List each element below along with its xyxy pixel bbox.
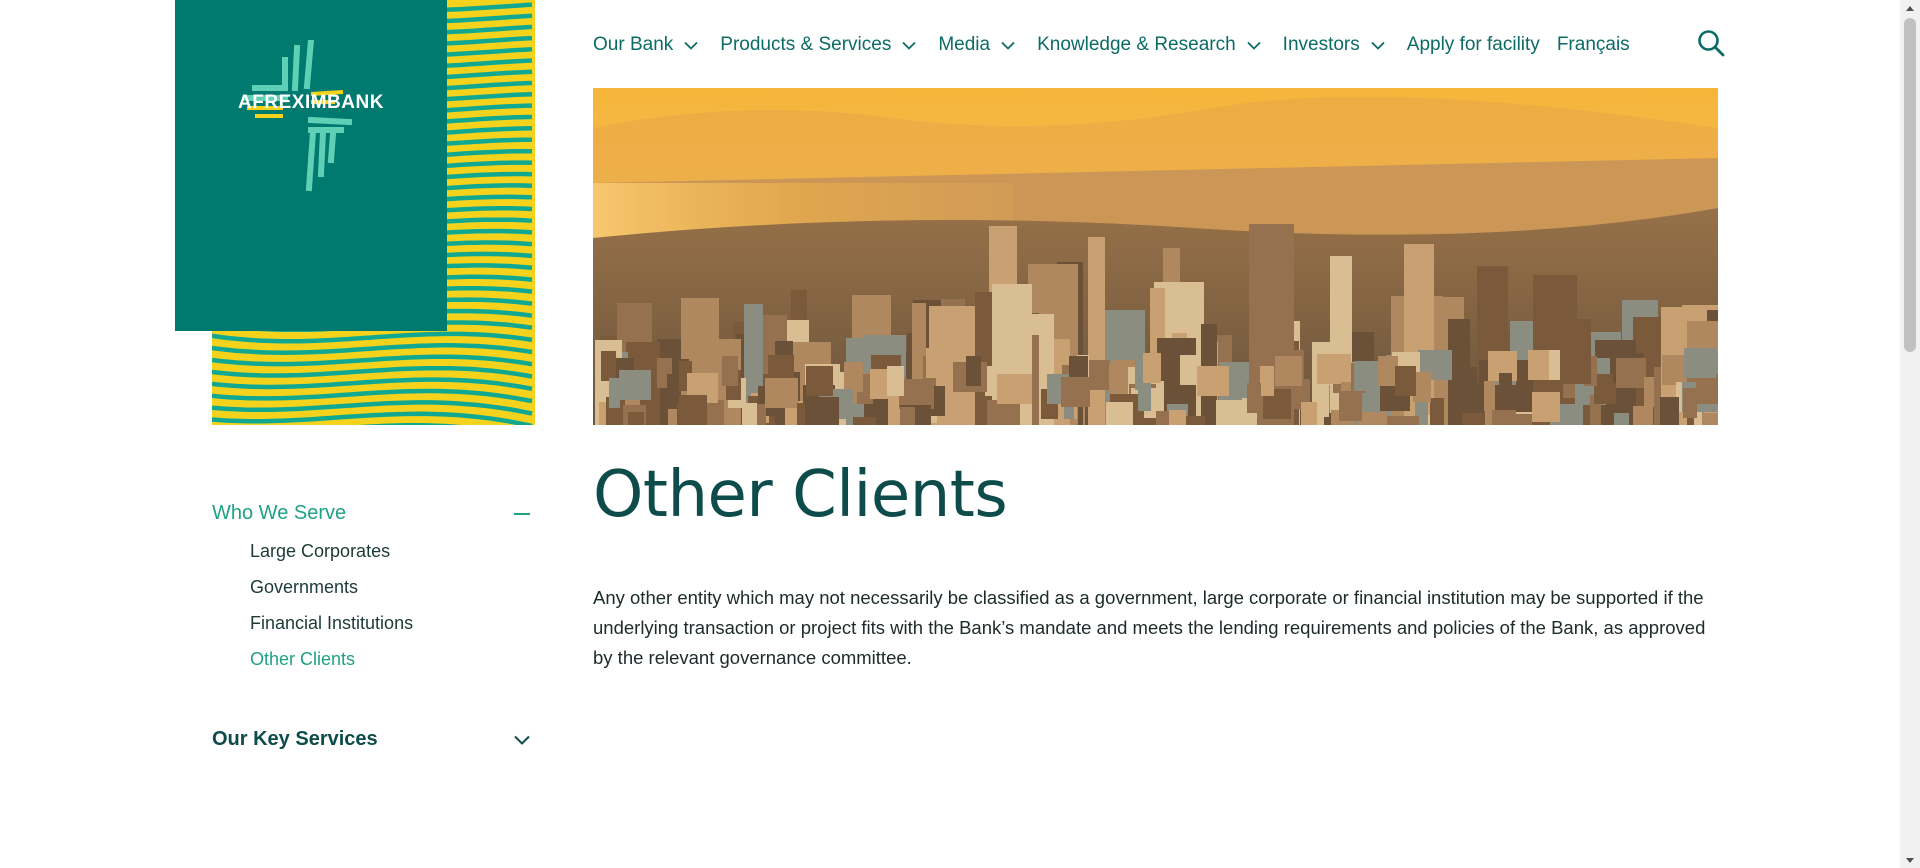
- logo[interactable]: AFREXIMBANK: [175, 0, 447, 331]
- scroll-down-arrow-icon[interactable]: [1900, 852, 1920, 868]
- chevron-down-icon: [514, 735, 530, 745]
- search-icon: [1698, 30, 1725, 57]
- sidebar-section-label: Who We Serve: [212, 502, 347, 524]
- hero-image: [593, 88, 1718, 425]
- nav-item-fran-ais[interactable]: Français: [1557, 34, 1630, 56]
- sidebar-section-our-key-services: Our Key Services: [212, 728, 534, 751]
- scrollbar[interactable]: [1900, 0, 1920, 868]
- chevron-down-icon: [684, 41, 698, 50]
- sidebar-item-large-corporates[interactable]: Large Corporates: [250, 533, 534, 569]
- scroll-up-arrow-icon[interactable]: [1900, 0, 1920, 16]
- chevron-down-icon: [1001, 41, 1015, 50]
- nav-item-label: Products & Services: [720, 34, 892, 55]
- chevron-down-icon: [1247, 41, 1261, 50]
- nav-item-media[interactable]: Media: [938, 34, 1015, 56]
- nav-item-label: Apply for facility: [1406, 34, 1540, 55]
- chevron-down-icon: [902, 41, 916, 50]
- search-button[interactable]: [1697, 29, 1725, 57]
- sidebar-section-label: Our Key Services: [212, 728, 378, 750]
- sidebar-item-governments[interactable]: Governments: [250, 569, 534, 605]
- nav-item-our-bank[interactable]: Our Bank: [593, 34, 698, 56]
- sidebar-item-other-clients[interactable]: Other Clients: [250, 641, 534, 677]
- minus-icon: [514, 512, 530, 515]
- main-nav: Our Bank Products & Services Media Knowledg…: [593, 30, 1647, 60]
- nav-item-label: Français: [1556, 34, 1630, 55]
- sidebar-toggle-our-key-services[interactable]: Our Key Services: [212, 728, 534, 751]
- nav-item-knowledge-research[interactable]: Knowledge & Research: [1037, 34, 1261, 56]
- logo-block[interactable]: AFREXIMBANK: [175, 0, 535, 425]
- chevron-down-icon: [1371, 41, 1385, 50]
- nav-item-label: Knowledge & Research: [1037, 34, 1236, 55]
- sidebar-toggle-who-we-serve[interactable]: Who We Serve: [212, 502, 534, 525]
- page-title: Other Clients: [593, 458, 1008, 532]
- nav-item-apply-for-facility[interactable]: Apply for facility: [1407, 34, 1540, 56]
- nav-item-investors[interactable]: Investors: [1283, 34, 1385, 56]
- logo-text: AFREXIMBANK: [238, 92, 384, 113]
- page-body-text: Any other entity which may not necessari…: [593, 587, 1706, 668]
- nav-item-label: Investors: [1282, 34, 1360, 55]
- logo-mark-icon: [244, 40, 353, 192]
- nav-item-products-services[interactable]: Products & Services: [720, 34, 916, 56]
- page: AFREXIMBANK Our Bank Products & Services M…: [0, 0, 1900, 868]
- sidebar-list-who-we-serve: Large Corporates Governments Financial I…: [212, 533, 534, 677]
- sidebar-section-who-we-serve: Who We Serve Large Corporates Government…: [212, 502, 534, 677]
- sidebar-item-financial-institutions[interactable]: Financial Institutions: [250, 605, 534, 641]
- scroll-thumb[interactable]: [1904, 18, 1916, 352]
- nav-item-label: Our Bank: [593, 34, 674, 55]
- nav-item-label: Media: [938, 34, 991, 55]
